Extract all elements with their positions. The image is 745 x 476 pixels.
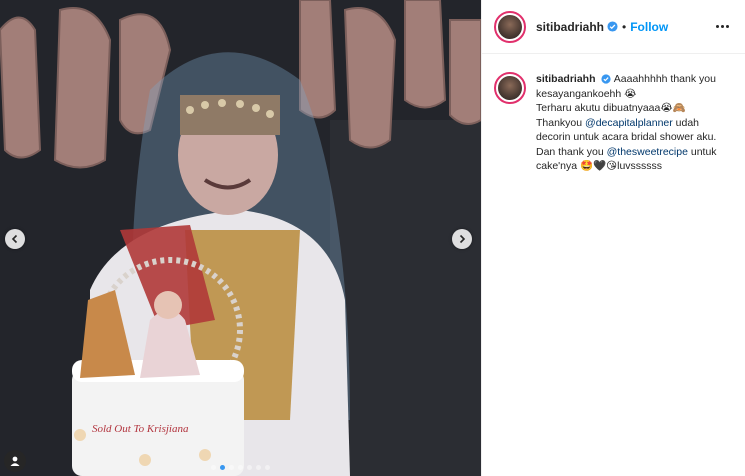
user-tag-button[interactable] [4, 450, 26, 472]
carousel-indicator [0, 465, 481, 470]
mention-link[interactable]: @decapitalplanner [585, 117, 673, 129]
carousel-dot [229, 465, 234, 470]
carousel-dot [238, 465, 243, 470]
user-tag-icon [10, 456, 20, 466]
header-username[interactable]: sitibadriahh [536, 20, 604, 34]
instagram-post: Sold Out To Krisjiana sitibadriahh • Fol… [0, 0, 745, 476]
separator: • [622, 19, 627, 34]
post-media[interactable]: Sold Out To Krisjiana [0, 0, 481, 476]
post-side-panel: sitibadriahh • Follow sitibadriahh Aaaah… [481, 0, 745, 476]
verified-badge-icon [607, 21, 618, 32]
next-slide-button[interactable] [452, 229, 472, 249]
caption-line-3-prefix: Thankyou [536, 116, 586, 129]
caption-username[interactable]: sitibadriahh [536, 73, 596, 85]
carousel-dot [211, 465, 216, 470]
mention-link[interactable]: @thesweetrecipe [607, 146, 688, 158]
caption-text: sitibadriahh Aaaahhhhh thank you kesayan… [536, 72, 733, 174]
chevron-right-icon [459, 234, 466, 244]
chevron-left-icon [11, 234, 18, 244]
previous-slide-button[interactable] [5, 229, 25, 249]
verified-badge-icon [601, 74, 612, 84]
post-header: sitibadriahh • Follow [482, 0, 745, 54]
carousel-dot [265, 465, 270, 470]
caption-line-2: Terharu akutu dibuatnyaaa😭🙈 [536, 102, 686, 114]
cake-inscription: Sold Out To Krisjiana [92, 423, 189, 435]
avatar[interactable] [494, 10, 526, 43]
carousel-dot [256, 465, 261, 470]
caption-avatar[interactable] [494, 72, 526, 104]
caption: sitibadriahh Aaaahhhhh thank you kesayan… [482, 54, 745, 174]
photo-scene: Sold Out To Krisjiana [0, 0, 481, 476]
more-options-icon[interactable] [712, 21, 733, 32]
carousel-dot-active [220, 465, 225, 470]
carousel-dot [247, 465, 252, 470]
caption-line-4-prefix: Dan thank you [536, 145, 607, 158]
follow-button[interactable]: Follow [630, 20, 668, 34]
